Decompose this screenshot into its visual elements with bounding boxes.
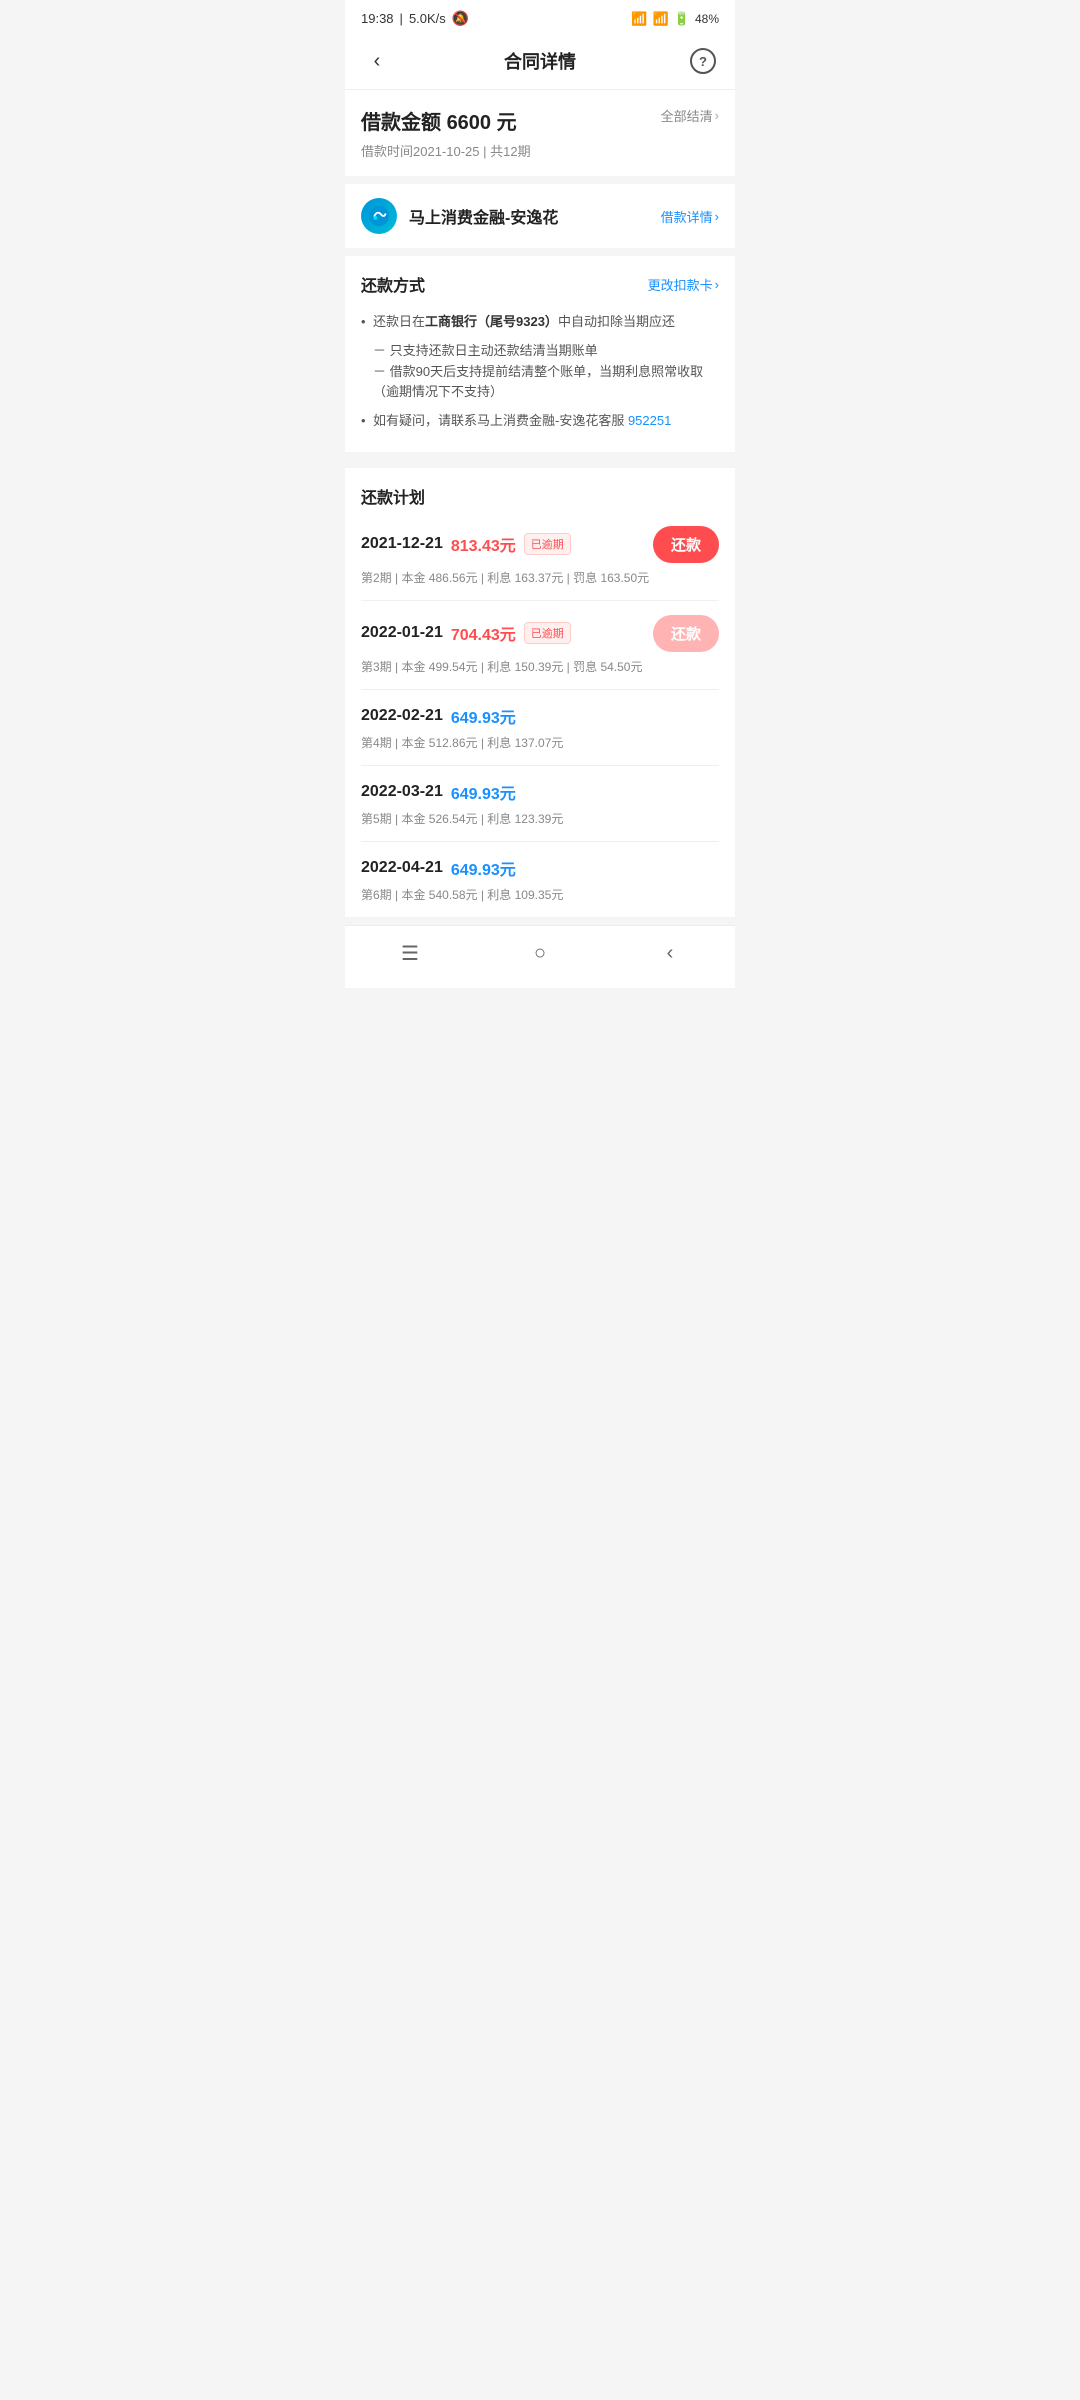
plan-amount-2: 704.43元: [451, 621, 516, 645]
plan-detail-5: 第6期 | 本金 540.58元 | 利息 109.35元: [361, 886, 719, 903]
plan-detail-1: 第2期 | 本金 486.56元 | 利息 163.37元 | 罚息 163.5…: [361, 569, 719, 586]
back-icon: ‹: [374, 50, 381, 73]
plan-date-5: 2022-04-21: [361, 859, 443, 877]
status-bell-icon: 🔕: [452, 10, 469, 27]
back-button[interactable]: ‹: [361, 45, 393, 77]
repay-method-section: 还款方式 更改扣款卡 › 还款日在工商银行（尾号9323）中自动扣除当期应还 －…: [345, 256, 735, 452]
home-icon: ○: [534, 942, 546, 965]
chevron-icon: ›: [715, 108, 719, 123]
repay-note-1: 还款日在工商银行（尾号9323）中自动扣除当期应还: [361, 308, 719, 337]
repay-note-2: － 只支持还款日主动还款结清当期账单 － 借款90天后支持提前结清整个账单，当期…: [361, 337, 719, 407]
plan-date-3: 2022-02-21: [361, 707, 443, 725]
nav-bar: ‹ 合同详情 ?: [345, 33, 735, 90]
chevron-icon: ›: [715, 209, 719, 224]
bottom-home-button[interactable]: ○: [526, 940, 554, 968]
overdue-badge-2: 已逾期: [524, 622, 571, 644]
battery-level: 48%: [695, 12, 719, 26]
plan-amount-5: 649.93元: [451, 856, 516, 880]
bottom-menu-button[interactable]: ☰: [396, 940, 424, 968]
chevron-icon: ›: [715, 277, 719, 292]
plan-item-5: 2022-04-21 649.93元 第6期 | 本金 540.58元 | 利息…: [361, 842, 719, 917]
overdue-badge-1: 已逾期: [524, 533, 571, 555]
status-bar: 19:38 | 5.0K/s 🔕 📶 📶 🔋 48%: [345, 0, 735, 33]
help-icon: ?: [690, 48, 716, 74]
status-network: |: [400, 11, 403, 26]
plan-item-1: 2021-12-21 813.43元 已逾期 还款 第2期 | 本金 486.5…: [361, 512, 719, 601]
plan-amount-4: 649.93元: [451, 780, 516, 804]
change-card-button[interactable]: 更改扣款卡 ›: [648, 275, 719, 294]
plan-date-1: 2021-12-21: [361, 535, 443, 553]
repayment-plan-title: 还款计划: [361, 484, 719, 508]
bank-name: 马上消费金融-安逸花: [409, 204, 661, 228]
settle-all-button[interactable]: 全部结清 ›: [661, 106, 719, 125]
bank-logo: [361, 198, 397, 234]
battery-icon: 🔋: [674, 11, 690, 27]
plan-date-2: 2022-01-21: [361, 624, 443, 642]
loan-info-section: 借款金额 6600 元 借款时间2021-10-25 | 共12期 全部结清 ›: [345, 90, 735, 176]
plan-item-3: 2022-02-21 649.93元 第4期 | 本金 512.86元 | 利息…: [361, 690, 719, 766]
repay-method-title: 还款方式: [361, 272, 425, 296]
plan-amount-3: 649.93元: [451, 704, 516, 728]
repay-notes-list: 还款日在工商银行（尾号9323）中自动扣除当期应还 － 只支持还款日主动还款结清…: [361, 308, 719, 436]
wifi-icon: 📶: [653, 11, 669, 27]
plan-item-4: 2022-03-21 649.93元 第5期 | 本金 526.54元 | 利息…: [361, 766, 719, 842]
plan-amount-1: 813.43元: [451, 532, 516, 556]
help-button[interactable]: ?: [687, 45, 719, 77]
repay-note-3: 如有疑问，请联系马上消费金融-安逸花客服 952251: [361, 407, 719, 436]
plan-item-2: 2022-01-21 704.43元 已逾期 还款 第3期 | 本金 499.5…: [361, 601, 719, 690]
repayment-plan-section: 还款计划 2021-12-21 813.43元 已逾期 还款 第2期 | 本金 …: [345, 468, 735, 917]
bottom-nav: ☰ ○ ‹: [345, 925, 735, 988]
plan-detail-4: 第5期 | 本金 526.54元 | 利息 123.39元: [361, 810, 719, 827]
status-speed: 5.0K/s: [409, 11, 446, 26]
loan-detail-link[interactable]: 借款详情 ›: [661, 207, 719, 226]
signal-icon: 📶: [631, 11, 647, 27]
page-title: 合同详情: [504, 48, 576, 74]
status-time: 19:38: [361, 11, 394, 26]
plan-detail-2: 第3期 | 本金 499.54元 | 利息 150.39元 | 罚息 54.50…: [361, 658, 719, 675]
repay-button-2[interactable]: 还款: [653, 615, 719, 652]
bottom-back-button[interactable]: ‹: [656, 940, 684, 968]
loan-sub-info: 借款时间2021-10-25 | 共12期: [361, 141, 531, 160]
plan-detail-3: 第4期 | 本金 512.86元 | 利息 137.07元: [361, 734, 719, 751]
repay-button-1[interactable]: 还款: [653, 526, 719, 563]
back-icon: ‹: [667, 942, 674, 965]
plan-date-4: 2022-03-21: [361, 783, 443, 801]
loan-amount: 借款金额 6600 元: [361, 106, 531, 135]
bank-info-section: 马上消费金融-安逸花 借款详情 ›: [345, 184, 735, 248]
menu-icon: ☰: [401, 941, 419, 966]
